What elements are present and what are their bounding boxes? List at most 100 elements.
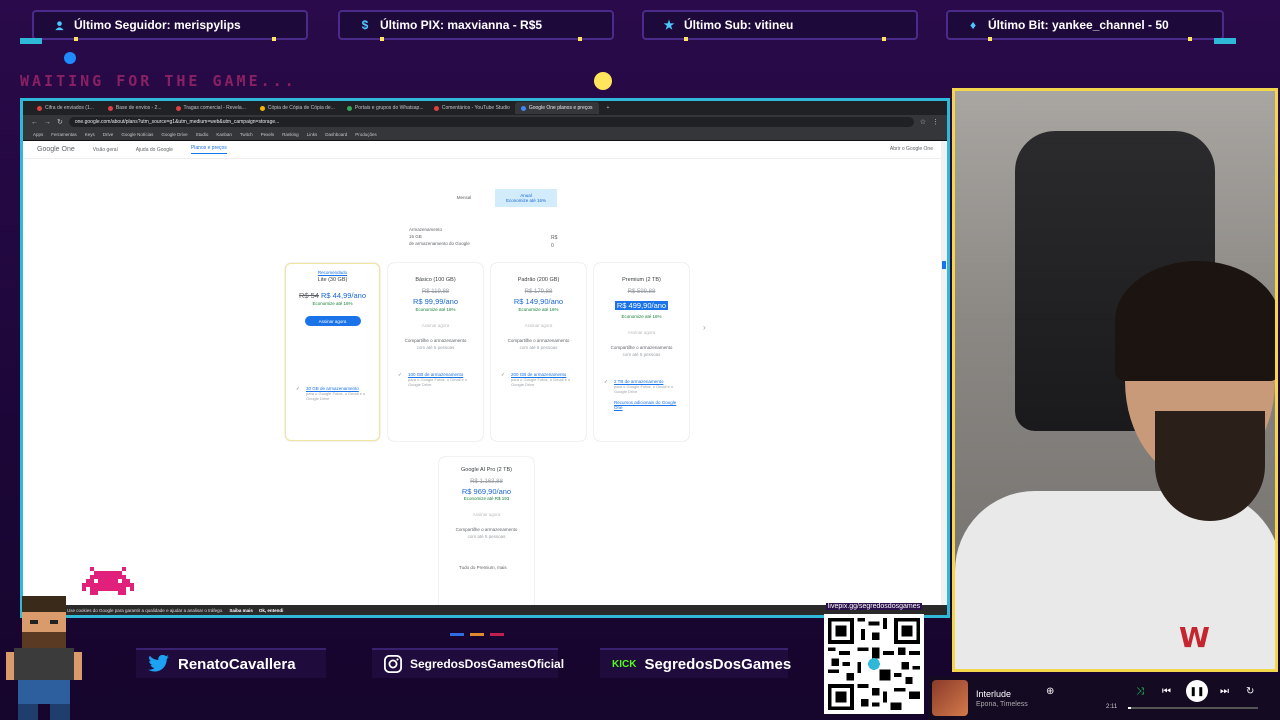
album-art <box>932 680 968 716</box>
plan-card-lite: Recomendado Lite (30 GB) R$ 54 R$ 44,99/a… <box>285 263 380 441</box>
next-icon[interactable]: ⏭ <box>1220 686 1229 697</box>
plan-save: Economize até 16% <box>312 301 353 306</box>
diamond-icon: ♦ <box>969 18 977 32</box>
bookmark-item[interactable]: Ferramentas <box>51 132 77 137</box>
snackbar-text: Use cookies do Google para garantir a qu… <box>67 607 224 613</box>
subscribe-button[interactable]: Assinar agora <box>511 320 567 330</box>
bookmark-item[interactable]: Kanban <box>216 132 232 137</box>
subscribe-button[interactable]: Assinar agora <box>614 327 670 337</box>
reload-icon[interactable]: ↻ <box>57 118 63 126</box>
browser-tab[interactable]: Cifra de enviados (1... <box>31 102 100 114</box>
browser-tab[interactable]: Cópia de Cópia de Cópia de... <box>254 102 339 114</box>
browser-tab[interactable]: Comentários - YouTube Studio <box>428 102 513 114</box>
nav-help[interactable]: Ajuda do Google <box>136 147 173 153</box>
bookmark-item[interactable]: Pexels <box>261 132 275 137</box>
page-scrollbar[interactable] <box>941 141 947 611</box>
open-google-one-link[interactable]: Abrir o Google One <box>890 146 933 152</box>
pixel-character-icon <box>6 596 82 720</box>
bookmark-item[interactable]: Produções <box>355 132 377 137</box>
plan-feature-desc: para o Google Fotos, o Gmail e o Google … <box>511 377 571 388</box>
alerts-bar: Último Seguidor: merispylips $ Último PI… <box>0 0 1280 50</box>
bookmark-item[interactable]: Studio <box>196 132 209 137</box>
plan-old-price: R$ 599,88 <box>627 289 656 295</box>
plan-share: Compartilhe o armazenamento <box>404 338 467 343</box>
plan-feature-link[interactable]: 100 GB de armazenamento <box>392 372 479 378</box>
back-icon[interactable]: ← <box>31 119 38 126</box>
instagram-icon <box>384 655 402 673</box>
snackbar-learn-more[interactable]: Saiba mais <box>229 608 253 613</box>
browser-tab-active[interactable]: Google One planos e preços <box>514 102 599 114</box>
bookmark-item[interactable]: Drive <box>103 132 114 137</box>
track-progress-bar[interactable] <box>1128 707 1258 709</box>
subscribe-button[interactable]: Assinar agora <box>408 320 464 330</box>
bookmarks-bar: Apps Ferramentas Keys Drive Google Notíc… <box>23 129 947 141</box>
space-invader-icon <box>82 567 134 595</box>
plan-card-ai-pro: Google AI Pro (2 TB) R$ 1.163,88 R$ 969,… <box>439 457 534 611</box>
plan-feature-link[interactable]: 2 TB de armazenamento <box>598 379 685 385</box>
plan-feature-desc: para o Google Fotos, o Gmail e o Google … <box>614 384 674 395</box>
toggle-monthly[interactable]: Mensal <box>433 189 495 207</box>
star-bookmark-icon[interactable]: ☆ <box>920 118 926 126</box>
plan-old-price: R$ 1.163,88 <box>470 479 503 485</box>
browser-tab[interactable]: Base de envios - 2... <box>102 102 168 114</box>
bookmark-item[interactable]: Apps <box>33 132 43 137</box>
pause-button[interactable]: ❚❚ <box>1186 680 1208 702</box>
social-kick: KICK SegredosDosGames <box>600 648 791 678</box>
plan-name: Google AI Pro (2 TB) <box>461 467 512 473</box>
bookmark-item[interactable]: Dashboard <box>325 132 347 137</box>
plan-extra-link[interactable]: Recursos adicionais do Google One <box>598 400 685 410</box>
snackbar-ok[interactable]: Ok, entendi <box>259 608 284 613</box>
url-input[interactable]: one.google.com/about/plans?utm_source=g1… <box>68 117 914 127</box>
instagram-handle: SegredosDosGamesOficial <box>410 657 565 671</box>
google-one-logo[interactable]: Google One <box>37 146 75 153</box>
nav-plans[interactable]: Planos e preços <box>190 145 227 154</box>
subscribe-button[interactable]: Assinar agora <box>304 316 361 326</box>
google-one-page: Google One Visão geral Ajuda do Google P… <box>23 141 947 611</box>
browser-tab[interactable]: Tragas comercial - Revela... <box>170 102 252 114</box>
plan-feature: Tudo do Premium, mais <box>459 565 507 570</box>
menu-icon[interactable]: ⋮ <box>932 118 939 126</box>
plan-feature-desc: para o Google Fotos, o Gmail e o Google … <box>408 377 468 388</box>
plan-feature-link[interactable]: 30 GB de armazenamento <box>290 386 375 392</box>
person-icon <box>52 18 66 32</box>
plan-feature-link[interactable]: 200 GB de armazenamento <box>495 372 582 378</box>
new-tab-button[interactable]: + <box>601 102 616 114</box>
streamer-beard <box>1155 411 1265 521</box>
deco-dot-yellow <box>594 72 612 90</box>
kick-logo-icon: KICK <box>612 658 637 670</box>
subscribe-button[interactable]: Assinar agora <box>459 509 515 519</box>
plan-feature-desc: para o Google Fotos, o Gmail e o Google … <box>306 391 366 402</box>
repeat-icon[interactable]: ↻ <box>1246 686 1254 697</box>
bookmark-item[interactable]: Keys <box>85 132 95 137</box>
address-bar: ← → ↻ one.google.com/about/plans?utm_sou… <box>23 115 947 129</box>
plan-card-standard: Padrão (200 GB) R$ 179,88 R$ 149,90/ano … <box>491 263 586 441</box>
bookmark-item[interactable]: Google Notícias <box>121 132 153 137</box>
nav-overview[interactable]: Visão geral <box>93 147 118 153</box>
alert-last-follower-label: Último Seguidor: merispylips <box>74 18 241 32</box>
plan-old-price: R$ 119,88 <box>421 289 450 295</box>
browser-window: Cifra de enviados (1... Base de envios -… <box>20 98 950 618</box>
plan-price: R$ 99,99/ano <box>412 297 459 306</box>
bookmark-item[interactable]: Twitch <box>240 132 253 137</box>
plan-card-basic: Básico (100 GB) R$ 119,88 R$ 99,99/ano E… <box>388 263 483 441</box>
shuffle-icon[interactable]: ⤨ <box>1136 686 1144 697</box>
bookmark-item[interactable]: Links <box>307 132 318 137</box>
social-instagram: SegredosDosGamesOficial <box>372 648 564 678</box>
browser-tab[interactable]: Portais e grupos do Whatsap... <box>341 102 426 114</box>
g1-header: Google One Visão geral Ajuda do Google P… <box>23 141 947 159</box>
chevron-right-icon[interactable]: › <box>703 323 706 332</box>
qr-code <box>824 614 924 714</box>
dollar-icon: $ <box>361 18 369 32</box>
bookmark-item[interactable]: Ranking <box>282 132 299 137</box>
forward-icon[interactable]: → <box>44 119 51 126</box>
add-icon[interactable]: ⊕ <box>1046 686 1054 697</box>
plan-old-price: R$ 179,88 <box>524 289 553 295</box>
waiting-text: WAITING FOR THE GAME... <box>20 72 297 90</box>
tab-strip: Cifra de enviados (1... Base de envios -… <box>23 101 947 115</box>
previous-icon[interactable]: ⏮ <box>1162 686 1171 697</box>
twitter-bird-icon <box>148 655 170 673</box>
toggle-annual[interactable]: Anual Economize até 16% <box>495 189 557 207</box>
track-artist: Epona, Timeless <box>976 700 1028 708</box>
plan-price: R$ 149,90/ano <box>513 297 564 306</box>
bookmark-item[interactable]: Google Drive <box>161 132 187 137</box>
